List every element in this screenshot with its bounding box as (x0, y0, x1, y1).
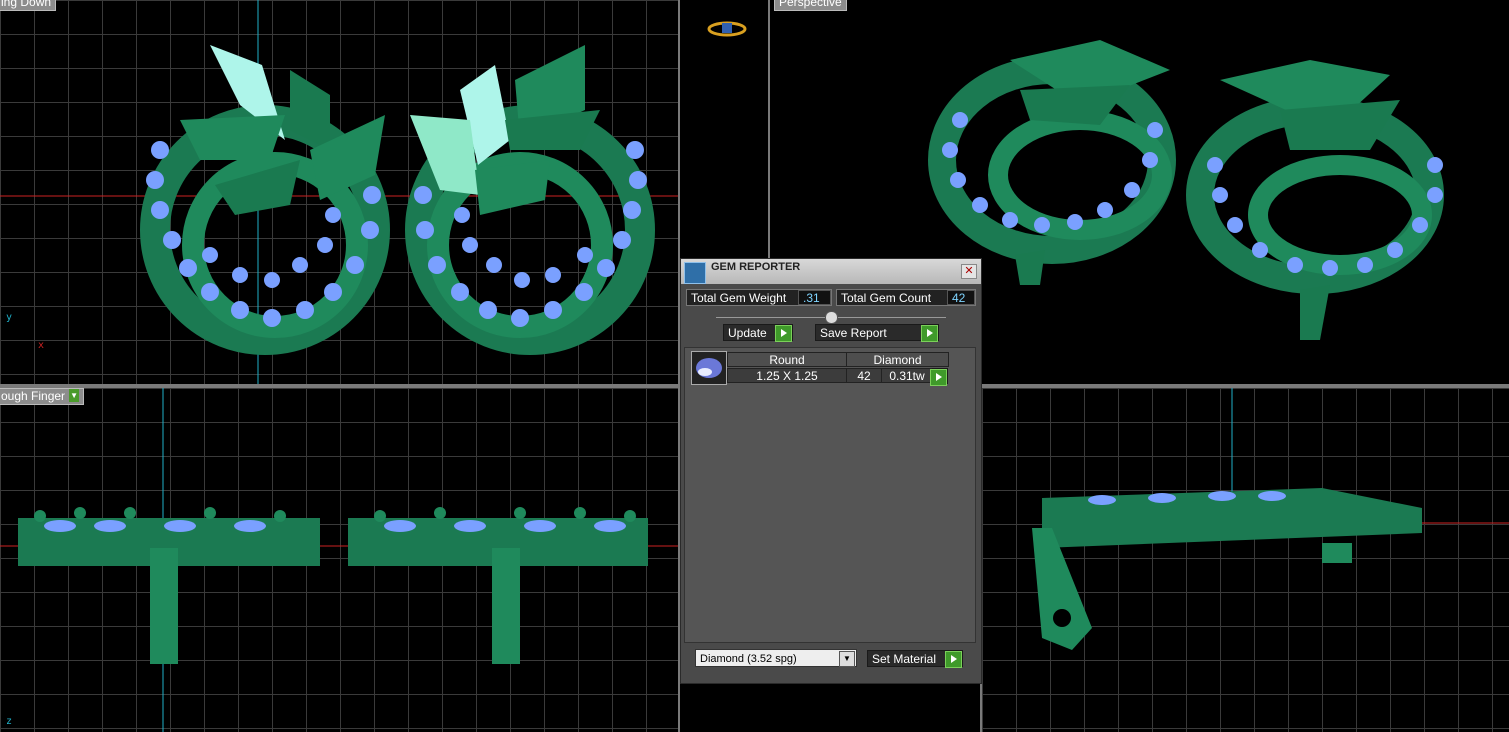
top-view-label[interactable]: ing Down (0, 0, 57, 11)
gem-size-cell: 1.25 X 1.25 (727, 368, 847, 383)
front-viewport[interactable]: ough Finger ▼ z (0, 388, 678, 732)
play-icon (921, 325, 938, 342)
round-gem-icon (691, 351, 727, 385)
top-viewport[interactable]: ing Down y x (0, 0, 678, 384)
gem-weight-cell: 0.31tw (881, 368, 933, 383)
total-gem-weight-value: .31 (798, 290, 831, 305)
play-icon (775, 325, 792, 342)
z-axis-label: z (6, 716, 13, 727)
gem-count-cell: 42 (846, 368, 882, 383)
table-header-material: Diamond (846, 352, 949, 367)
earring-side-view (1032, 388, 1509, 650)
gem-list[interactable] (684, 347, 976, 643)
side-viewport[interactable] (982, 388, 1509, 732)
dialog-title: GEM REPORTER (711, 261, 801, 273)
material-select[interactable]: Diamond (3.52 spg) ▼ (695, 649, 857, 667)
earring-front-view (0, 388, 678, 732)
dialog-titlebar[interactable]: GEM REPORTER ✕ (681, 259, 981, 284)
x-axis-label: x (38, 340, 45, 351)
total-gem-count-value: 42 (947, 290, 975, 305)
view-cube-icon[interactable] (706, 20, 748, 38)
gem-reporter-dialog[interactable]: GEM REPORTER ✕ Total Gem Weight .31 Tota… (680, 258, 982, 684)
y-axis-label: y (6, 312, 13, 323)
perspective-view-label[interactable]: Perspective (774, 0, 847, 11)
earring-top-view (0, 0, 678, 384)
set-material-button[interactable]: Set Material (867, 650, 963, 668)
slider-handle[interactable] (825, 311, 838, 324)
viewport-divider-top-right[interactable] (768, 0, 770, 258)
chevron-down-icon: ▼ (839, 651, 855, 667)
gem-reporter-app-icon (684, 262, 706, 284)
front-view-label-text: ough Finger (1, 389, 66, 403)
set-material-button-label: Set Material (872, 652, 937, 666)
material-select-value: Diamond (3.52 spg) (700, 653, 797, 665)
update-button[interactable]: Update (723, 324, 793, 342)
total-gem-weight-text: Total Gem Weight (691, 291, 787, 305)
play-icon (945, 651, 962, 668)
update-button-label: Update (728, 326, 767, 340)
play-icon (930, 369, 947, 386)
total-gem-count-text: Total Gem Count (841, 291, 932, 305)
view-dropdown-icon[interactable]: ▼ (69, 389, 80, 402)
save-report-button-label: Save Report (820, 326, 887, 340)
table-header-shape: Round (727, 352, 847, 367)
close-button[interactable]: ✕ (961, 264, 977, 279)
front-view-label[interactable]: ough Finger ▼ (0, 388, 85, 405)
row-select-button[interactable] (930, 368, 948, 386)
save-report-button[interactable]: Save Report (815, 324, 939, 342)
